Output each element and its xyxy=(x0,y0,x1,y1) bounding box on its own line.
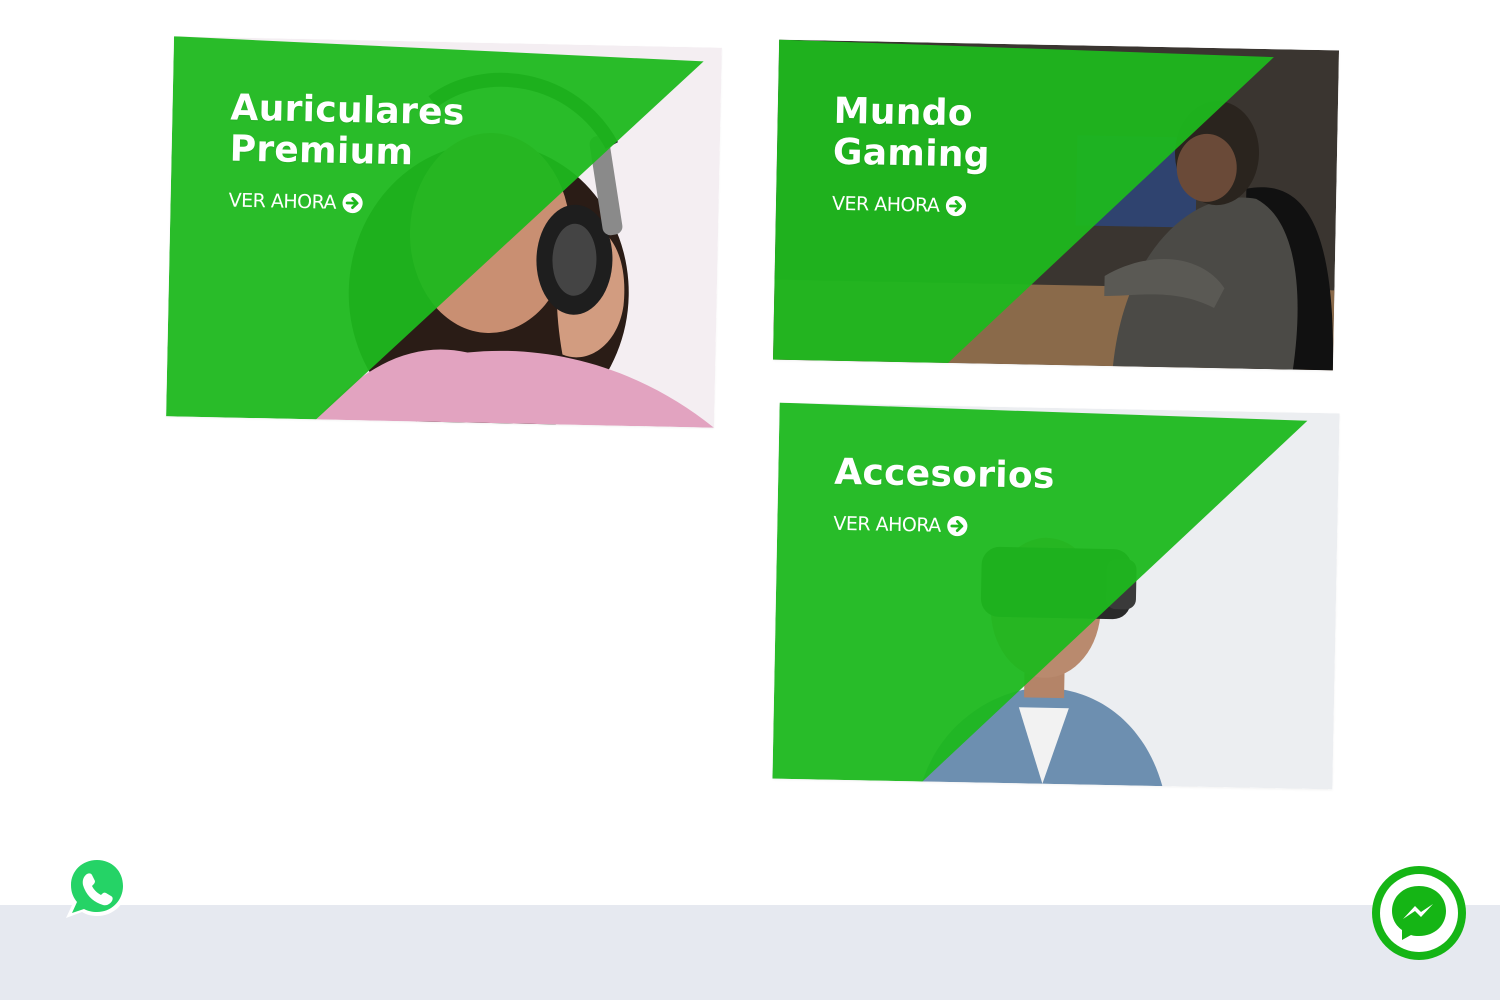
banner-title: Auriculares Premium xyxy=(229,87,466,174)
ver-ahora-link[interactable]: VER AHORA xyxy=(228,189,364,214)
banner-text: Mundo Gaming VER AHORA xyxy=(832,91,991,218)
banner-accesorios[interactable]: Accesorios VER AHORA xyxy=(772,402,1340,790)
banner-title: Accesorios xyxy=(833,451,1056,497)
messenger-button[interactable] xyxy=(1370,864,1468,962)
ver-ahora-link[interactable]: VER AHORA xyxy=(833,513,969,538)
arrow-right-circle-icon xyxy=(342,193,364,214)
whatsapp-button[interactable] xyxy=(62,852,132,922)
messenger-icon xyxy=(1372,866,1466,960)
ver-ahora-link[interactable]: VER AHORA xyxy=(832,193,968,218)
cta-label: VER AHORA xyxy=(833,512,941,537)
banner-mundo-gaming[interactable]: Mundo Gaming VER AHORA xyxy=(772,39,1340,371)
footer-band xyxy=(0,905,1500,1000)
arrow-right-circle-icon xyxy=(946,196,967,217)
banner-text: Auriculares Premium VER AHORA xyxy=(228,88,465,217)
arrow-right-circle-icon xyxy=(947,516,968,537)
cta-label: VER AHORA xyxy=(831,192,940,217)
banner-text: Accesorios VER AHORA xyxy=(833,452,1055,539)
cta-label: VER AHORA xyxy=(228,189,337,214)
page: Auriculares Premium VER AHORA Mundo Gami… xyxy=(0,0,1500,1000)
whatsapp-icon xyxy=(66,856,127,918)
banner-title: Mundo Gaming xyxy=(832,90,991,176)
banner-auriculares-premium[interactable]: Auriculares Premium VER AHORA xyxy=(166,36,722,428)
